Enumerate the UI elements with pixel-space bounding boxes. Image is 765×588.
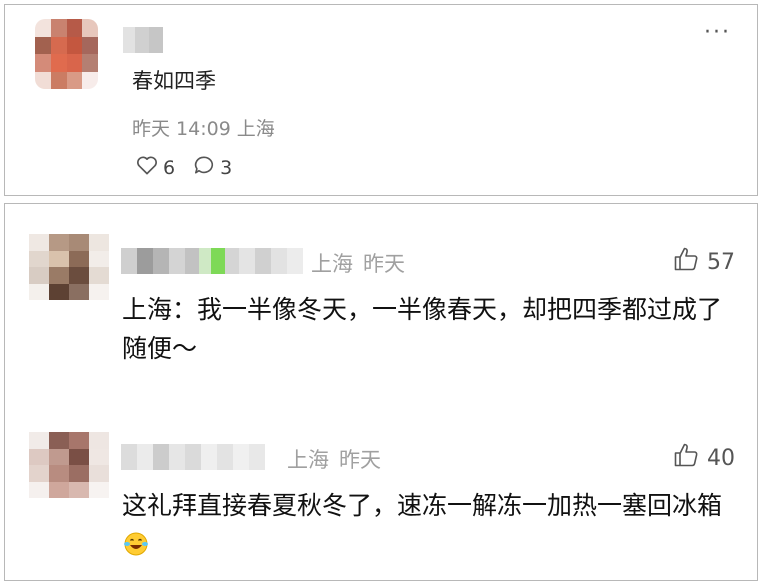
thumbs-up-icon	[673, 442, 707, 474]
laughing-tears-emoji	[122, 529, 150, 568]
comment-bubble-icon	[193, 155, 220, 180]
like-button[interactable]: 6	[136, 155, 175, 180]
commenter-avatar[interactable]	[29, 432, 109, 498]
comment-count: 3	[220, 156, 233, 179]
comment-like-count: 57	[707, 249, 735, 275]
comment-time: 昨天	[363, 252, 405, 276]
comment-like-button[interactable]: 57	[673, 246, 735, 278]
comment-like-count: 40	[707, 445, 735, 471]
avatar[interactable]	[35, 19, 98, 89]
username-blurred[interactable]	[123, 27, 163, 53]
post-time: 昨天 14:09	[132, 118, 231, 140]
commenter-name-blurred[interactable]	[121, 248, 303, 274]
post-card: ··· 春如四季 昨天 14:09 上海 6 3	[4, 4, 758, 196]
heart-icon	[136, 155, 163, 180]
comment-text-body: 这礼拜直接春夏秋冬了，速冻一解冻一加热一塞回冰箱	[122, 491, 723, 520]
comment-text: 上海：我一半像冬天，一半像春天，却把四季都过成了随便～	[122, 295, 723, 363]
commenter-name-blurred[interactable]	[121, 444, 265, 470]
comment-meta: 上海 昨天	[311, 248, 415, 278]
comment-location: 上海	[311, 252, 353, 276]
more-options-button[interactable]: ···	[704, 20, 731, 45]
thumbs-up-icon	[673, 246, 707, 278]
post-location: 上海	[236, 118, 275, 140]
like-count: 6	[163, 156, 176, 179]
comments-card: 上海 昨天 57 上海：我一半像冬天，一半像春天，却把四季都过成了随便～ 上海 …	[4, 203, 758, 581]
comment-button[interactable]: 3	[193, 155, 232, 180]
comment-time: 昨天	[339, 448, 381, 472]
comment-text: 这礼拜直接春夏秋冬了，速冻一解冻一加热一塞回冰箱	[122, 486, 732, 568]
comment-like-button[interactable]: 40	[673, 442, 735, 474]
commenter-avatar[interactable]	[29, 234, 109, 300]
post-meta: 昨天 14:09 上海	[132, 114, 281, 141]
comment-location: 上海	[287, 448, 329, 472]
post-text: 春如四季	[132, 69, 216, 93]
comment-meta: 上海 昨天	[287, 444, 391, 474]
post-actions: 6 3	[136, 155, 250, 180]
